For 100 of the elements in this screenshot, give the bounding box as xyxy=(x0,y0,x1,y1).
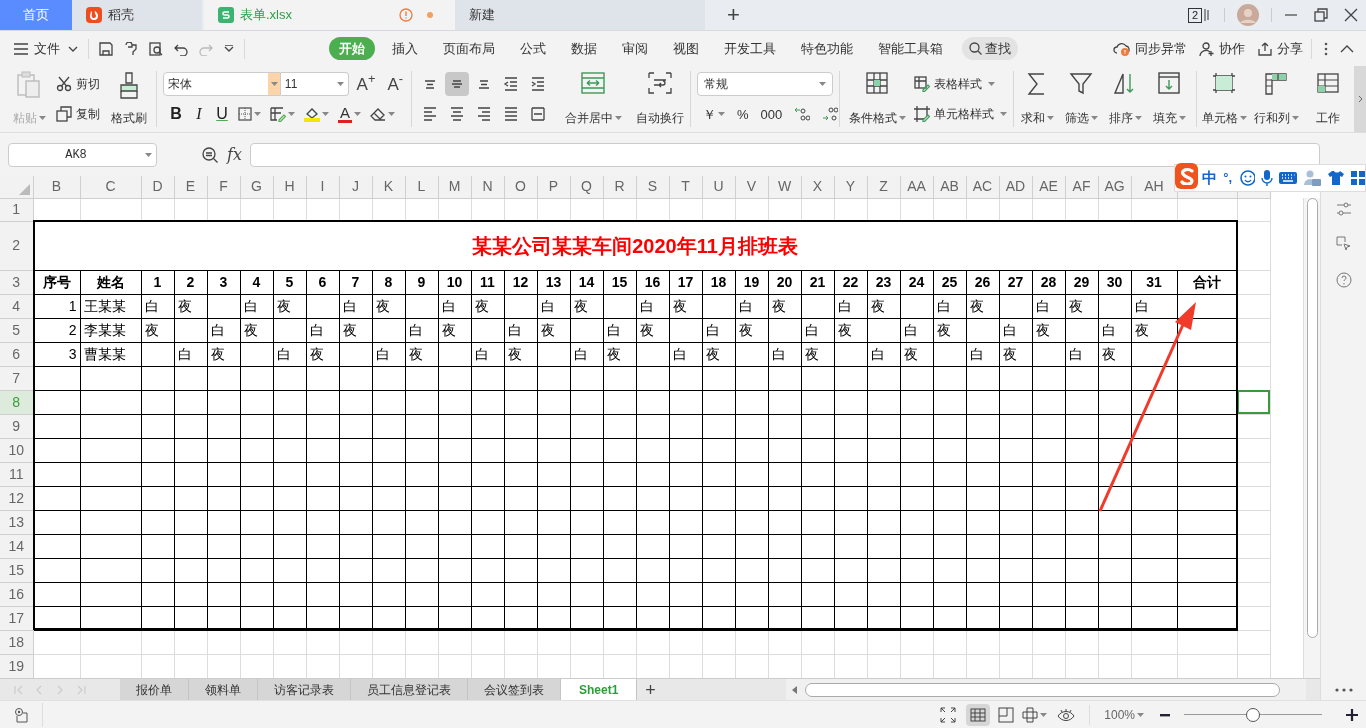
column-header[interactable]: I xyxy=(320,178,325,195)
column-header[interactable]: P xyxy=(548,178,559,195)
align-middle-button[interactable] xyxy=(445,72,469,96)
punctuation-label[interactable]: °, xyxy=(1223,168,1232,188)
keyboard-icon[interactable] xyxy=(1279,172,1297,184)
page-break-button[interactable] xyxy=(1022,706,1048,723)
zoom-in-icon[interactable] xyxy=(1346,708,1358,721)
column-header[interactable]: V xyxy=(746,178,757,195)
cell-style-button[interactable]: 单元格样式 xyxy=(914,102,1007,126)
column-header[interactable]: AH xyxy=(1144,178,1164,195)
restore-icon[interactable] xyxy=(1314,8,1328,22)
column-header[interactable]: F xyxy=(219,178,228,195)
macro-icon[interactable] xyxy=(14,706,30,723)
fill-button[interactable]: 填充 xyxy=(1148,71,1190,127)
new-tab-button[interactable]: + xyxy=(721,0,746,30)
row-header[interactable]: 7 xyxy=(12,369,21,386)
normal-view-button[interactable] xyxy=(966,703,991,726)
ribbon-tab[interactable]: 数据 xyxy=(563,36,605,61)
wrap-text-button[interactable]: 自动换行 xyxy=(630,71,690,127)
collapse-icon[interactable] xyxy=(1340,44,1354,53)
ribbon-tab[interactable]: 开发工具 xyxy=(716,36,784,61)
sheet-tab[interactable]: 访客记录表 xyxy=(258,679,351,700)
zoom-out-icon[interactable] xyxy=(1160,712,1170,717)
column-header[interactable]: C xyxy=(105,178,116,195)
row-header[interactable]: 8 xyxy=(12,393,21,410)
fullscreen-icon[interactable] xyxy=(940,706,957,723)
bold-button[interactable]: B xyxy=(169,106,183,122)
borders-button[interactable] xyxy=(238,107,261,121)
help-icon[interactable] xyxy=(1335,272,1352,288)
column-header[interactable]: O xyxy=(515,178,526,195)
column-header[interactable]: K xyxy=(383,178,394,195)
column-header[interactable]: AA xyxy=(907,178,926,195)
sheet-tab[interactable]: Sheet1 xyxy=(561,679,638,700)
clear-button[interactable] xyxy=(370,107,395,121)
row-header[interactable]: 3 xyxy=(12,273,21,290)
column-header[interactable]: B xyxy=(51,178,62,195)
row-header[interactable]: 2 xyxy=(12,237,21,253)
row-header[interactable]: 6 xyxy=(12,345,21,362)
document-tab[interactable]: 新建 xyxy=(455,0,705,30)
search-button[interactable]: 查找 xyxy=(962,36,1018,61)
column-header[interactable]: L xyxy=(417,178,426,195)
smiley-icon[interactable] xyxy=(1240,170,1255,186)
column-header[interactable]: AB xyxy=(940,178,959,195)
input-mode-label[interactable]: 中 xyxy=(1202,166,1218,190)
sliders-icon[interactable] xyxy=(1335,202,1352,216)
column-header[interactable]: M xyxy=(448,178,461,195)
zoom-slider[interactable] xyxy=(1184,707,1322,722)
sheet-tab[interactable]: 报价单 xyxy=(120,679,189,700)
column-header[interactable]: R xyxy=(614,178,625,195)
merge-center-button[interactable]: 合并居中 xyxy=(560,71,626,127)
toolbar-button[interactable]: 分享 xyxy=(1257,38,1303,59)
ribbon-tab[interactable]: 页面布局 xyxy=(435,36,503,61)
ribbon-tab[interactable]: 审阅 xyxy=(614,36,656,61)
ribbon-tab[interactable]: 特色功能 xyxy=(793,36,861,61)
font-color-button[interactable]: A xyxy=(338,105,361,123)
shirt-icon[interactable] xyxy=(1327,170,1345,186)
column-header[interactable]: U xyxy=(713,178,724,195)
add-sheet-button[interactable]: + xyxy=(637,679,664,700)
column-header[interactable]: D xyxy=(152,178,163,195)
save-icon[interactable] xyxy=(99,41,113,56)
sum-button[interactable]: 求和 xyxy=(1016,71,1058,127)
microphone-icon[interactable] xyxy=(1261,170,1273,186)
vertical-scrollbar[interactable] xyxy=(1303,198,1320,678)
ribbon-tab[interactable]: 开始 xyxy=(329,36,375,61)
toolbar-button[interactable]: 协作 xyxy=(1199,38,1245,59)
column-header[interactable]: Z xyxy=(879,178,888,195)
underline-button[interactable]: U xyxy=(215,106,229,122)
fill-color-button[interactable] xyxy=(304,106,329,122)
cell-button[interactable]: 单元格 xyxy=(1199,71,1249,127)
ribbon-tab[interactable]: 智能工具箱 xyxy=(870,36,951,61)
zoom-icon[interactable] xyxy=(201,145,219,164)
column-header[interactable]: G xyxy=(251,178,262,195)
number-format-field[interactable]: 常规 xyxy=(697,72,833,96)
font-name-field[interactable]: 宋体 xyxy=(163,72,281,96)
sheet-button[interactable]: 工作 xyxy=(1303,71,1353,127)
close-icon[interactable] xyxy=(1344,8,1358,22)
decrease-decimal-icon[interactable] xyxy=(822,106,839,122)
sheet-tab[interactable]: 领料单 xyxy=(189,679,258,700)
name-box[interactable]: AK8 xyxy=(8,142,157,167)
column-header[interactable]: AE xyxy=(1039,178,1058,195)
table-style-button[interactable]: 表格样式 xyxy=(914,72,1007,96)
column-header[interactable]: Y xyxy=(845,178,856,195)
copy-button[interactable]: 复制 xyxy=(56,102,100,126)
document-tab[interactable]: 表单.xlsx xyxy=(204,0,455,30)
column-header[interactable]: AG xyxy=(1104,178,1125,195)
slider-thumb[interactable] xyxy=(1246,707,1260,722)
apps-grid-icon[interactable] xyxy=(1351,171,1365,185)
document-tab[interactable]: 稻壳 xyxy=(72,0,202,30)
filter-button[interactable]: 筛选 xyxy=(1060,71,1102,127)
sheet-tab[interactable]: 员工信息登记表 xyxy=(351,679,468,700)
column-header[interactable]: J xyxy=(352,178,359,195)
column-header[interactable]: X xyxy=(812,178,823,195)
toolbar-button[interactable]: 同步异常 xyxy=(1113,38,1187,59)
font-size-field[interactable]: 11 xyxy=(280,72,349,96)
function-label[interactable]: fx xyxy=(227,142,242,167)
formula-field[interactable] xyxy=(249,142,1320,167)
column-header[interactable]: Q xyxy=(581,178,592,195)
row-header[interactable]: 1 xyxy=(12,201,21,217)
column-header[interactable]: AD xyxy=(1005,178,1026,195)
horizontal-scrollbar[interactable] xyxy=(786,679,1306,701)
